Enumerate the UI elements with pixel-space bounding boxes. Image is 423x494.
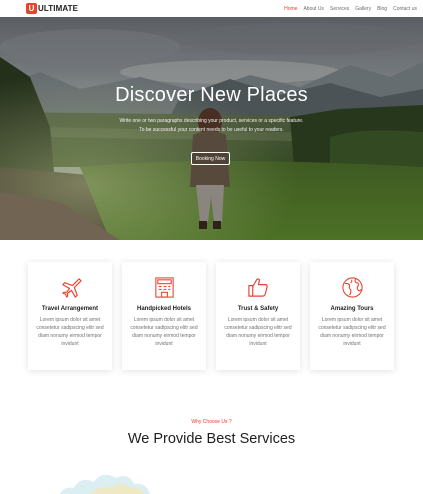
feature-description-line: consetetur sadipscing elitr sed — [318, 325, 386, 331]
feature-description-line: Lorem ipsum dolor sit amet — [321, 317, 383, 323]
hero-content: Discover New Places Write one or two par… — [0, 17, 423, 240]
airplane-icon — [62, 278, 82, 298]
nav-blog[interactable]: Blog — [377, 6, 387, 12]
feature-description-line: Lorem ipsum dolor sit amet — [227, 317, 289, 323]
hotel-icon — [155, 277, 174, 298]
feature-title: Amazing Tours — [330, 306, 374, 312]
hero-description-line: Write one or two paragraphs describing y… — [119, 118, 304, 124]
feature-card-travel[interactable]: Travel Arrangement Lorem ipsum dolor sit… — [28, 262, 112, 370]
feature-description-line: invidunt — [343, 341, 361, 347]
feature-description-line: invidunt — [249, 341, 267, 347]
nav-home[interactable]: Home — [284, 6, 297, 12]
hero-section: Discover New Places Write one or two par… — [0, 17, 423, 240]
logo-mark: U — [26, 3, 37, 14]
feature-description-line: Lorem ipsum dolor sit amet — [133, 317, 195, 323]
feature-title: Trust & Safety — [237, 306, 279, 312]
feature-description-line: invidunt — [155, 341, 173, 347]
nav-services[interactable]: Services — [330, 6, 349, 12]
site-header: U ULTIMATE Home About Us Services Galler… — [0, 0, 423, 17]
section-title: We Provide Best Services — [127, 431, 296, 447]
feature-description-line: diam nonumy eirmod tempor — [132, 333, 196, 339]
feature-description-line: diam nonumy eirmod tempor — [226, 333, 290, 339]
nav-gallery[interactable]: Gallery — [355, 6, 371, 12]
feature-description-line: consetetur sadipscing elitr sed — [130, 325, 198, 331]
logo[interactable]: U ULTIMATE — [26, 3, 78, 14]
nav-about-us[interactable]: About Us — [303, 6, 324, 12]
feature-description: Lorem ipsum dolor sit amet consetetur sa… — [32, 316, 108, 348]
hero-description: Write one or two paragraphs describing y… — [0, 117, 423, 134]
nav-contact-us[interactable]: Contact us — [393, 6, 417, 12]
feature-card-tours[interactable]: Amazing Tours Lorem ipsum dolor sit amet… — [310, 262, 394, 370]
logo-text: ULTIMATE — [38, 4, 79, 13]
feature-description-line: diam nonumy eirmod tempor — [38, 333, 102, 339]
why-choose-us-kicker: Why Choose Us ? — [191, 419, 232, 425]
globe-icon — [342, 277, 363, 298]
hero-title: Discover New Places — [115, 84, 308, 106]
feature-card-hotels[interactable]: Handpicked Hotels Lorem ipsum dolor sit … — [122, 262, 206, 370]
thumbs-up-icon — [248, 278, 268, 297]
cloud-illustration — [60, 474, 150, 494]
feature-title: Travel Arrangement — [41, 306, 99, 312]
feature-description-line: diam nonumy eirmod tempor — [320, 333, 384, 339]
feature-description-line: invidunt — [61, 341, 79, 347]
feature-card-trust[interactable]: Trust & Safety Lorem ipsum dolor sit ame… — [216, 262, 300, 370]
feature-description: Lorem ipsum dolor sit amet consetetur sa… — [126, 316, 202, 348]
feature-description-line: consetetur sadipscing elitr sed — [36, 325, 104, 331]
booking-now-button[interactable]: Booking Now — [191, 152, 230, 165]
hero-description-line: To be successful your content needs to b… — [139, 126, 284, 133]
feature-description: Lorem ipsum dolor sit amet consetetur sa… — [220, 316, 296, 348]
feature-description-line: consetetur sadipscing elitr sed — [224, 325, 292, 331]
feature-description-line: Lorem ipsum dolor sit amet — [39, 317, 101, 323]
main-nav: Home About Us Services Gallery Blog Cont… — [284, 6, 417, 12]
feature-title: Handpicked Hotels — [136, 306, 191, 312]
feature-description: Lorem ipsum dolor sit amet consetetur sa… — [314, 316, 390, 348]
